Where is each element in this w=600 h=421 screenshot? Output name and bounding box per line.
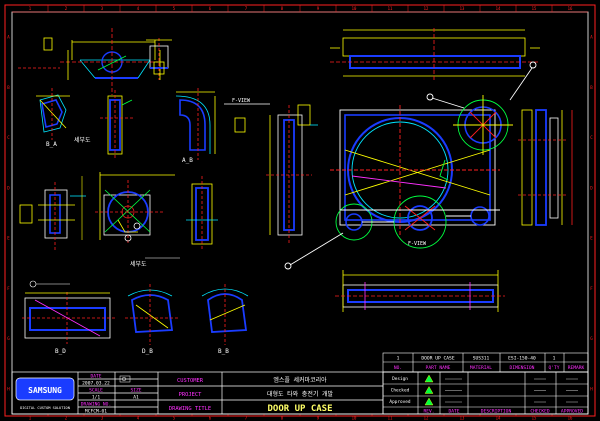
rev-header-approved: APPROVED xyxy=(561,409,583,415)
logo-subtitle: DIGITAL CUSTOM SOLUTION xyxy=(20,406,70,410)
rev-header-checked: CHECKED xyxy=(530,409,550,415)
column-label: 12 xyxy=(424,416,429,421)
revision-row-label: Design xyxy=(392,376,408,382)
customer-label: CUSTOMER xyxy=(177,378,204,384)
project-value: 대형도 타와 충전기 개발 xyxy=(267,390,334,398)
scale-value: 1/1 xyxy=(92,395,101,401)
column-label: 15 xyxy=(532,416,537,421)
revision-row-label: Approved xyxy=(389,399,411,405)
header-no: NO. xyxy=(394,365,402,371)
rev-header-rev: REV. xyxy=(423,409,434,415)
revision-row-label: Checked xyxy=(391,388,410,394)
drawing-no-label: DRAWING NO. xyxy=(81,402,111,408)
rev-header-date: DATE xyxy=(448,409,459,415)
header-part-name: PART NAME xyxy=(426,365,451,371)
drawing-title-label: DRAWING TITLE xyxy=(169,406,211,412)
size-value: A1 xyxy=(133,395,139,401)
column-label: 10 xyxy=(352,416,357,421)
part-row-material: SUS311 xyxy=(473,356,490,362)
project-label: PROJECT xyxy=(179,392,202,398)
rev-header-description: DESCRIPTION xyxy=(481,409,512,415)
date-value: 2007.03.22 xyxy=(82,381,110,387)
column-label: 13 xyxy=(460,416,465,421)
customer-value: 엠스플 세커마코리아 xyxy=(273,376,327,384)
column-label: 11 xyxy=(388,416,393,421)
drawing-no-value: MCFCM-01 xyxy=(85,409,107,415)
label-a-b: A_B xyxy=(182,157,193,164)
logo-text: SAMSUNG xyxy=(28,386,62,395)
drawing-title-value: DOOR UP CASE xyxy=(267,404,332,414)
cad-drawing-canvas: 1 2 3 4 5 6 7 8 9 10 11 12 13 14 15 16 1 2 3 4 5 6 7 8 9 10 11 12 1… xyxy=(0,0,600,421)
part-row-qty: 1 xyxy=(553,356,556,362)
label-b-b: B_B xyxy=(218,348,229,355)
column-label: 12 xyxy=(424,6,429,11)
column-label: 16 xyxy=(568,6,573,11)
date-label: DATE xyxy=(90,374,101,380)
label-detail-2: 세부도 xyxy=(130,260,147,268)
column-label: 16 xyxy=(568,416,573,421)
column-label: 15 xyxy=(532,6,537,11)
label-detail-1: 세부도 xyxy=(74,136,91,144)
size-label: SIZE xyxy=(130,388,141,394)
header-qty: Q'TY xyxy=(548,365,559,371)
label-b-a: B_A xyxy=(46,141,57,148)
label-d-b: D_B xyxy=(142,348,153,355)
label-front-left: F-VIEW xyxy=(232,98,251,104)
part-row-name: DOOR UP CASE xyxy=(421,356,454,362)
column-label: 10 xyxy=(352,6,357,11)
company-logo: SAMSUNG DIGITAL CUSTOM SOLUTION xyxy=(15,377,75,410)
header-material: MATERIAL xyxy=(470,365,492,371)
column-label: 14 xyxy=(496,6,501,11)
column-label: 11 xyxy=(388,6,393,11)
part-row-no: 1 xyxy=(397,356,400,362)
column-label: 13 xyxy=(460,6,465,11)
label-front-right: F-VIEW xyxy=(408,241,427,247)
label-b-d: B_D xyxy=(55,348,66,355)
part-row-dimension: ESI-150-40 xyxy=(508,356,536,362)
header-dimension: DIMENSION xyxy=(510,365,535,371)
column-label: 14 xyxy=(496,416,501,421)
scale-label: SCALE xyxy=(89,388,103,394)
header-remark: REMARK xyxy=(568,365,585,371)
